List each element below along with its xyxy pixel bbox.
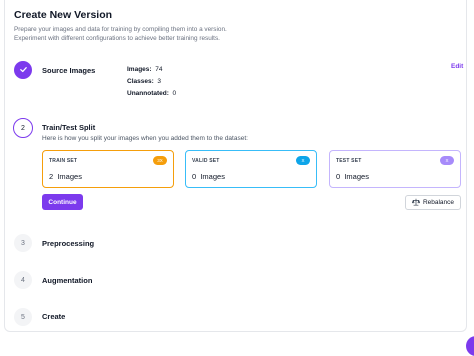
valid-set-count: 0	[192, 172, 197, 181]
continue-button[interactable]: Continue	[42, 194, 83, 210]
help-chat-button[interactable]	[466, 336, 474, 356]
stat-unannotated-label: Unannotated:	[127, 90, 169, 97]
test-set-badge: X	[440, 156, 454, 165]
page-subtitle: Prepare your images and data for trainin…	[14, 25, 314, 43]
train-set-value: 2 Images	[49, 172, 82, 181]
test-set-card: TEST SET X 0 Images	[329, 150, 461, 188]
page-title: Create New Version	[14, 9, 113, 21]
train-set-card: TRAIN SET 3X 2 Images	[42, 150, 174, 188]
valid-set-unit: Images	[200, 172, 225, 181]
train-set-count: 2	[49, 172, 54, 181]
test-set-count: 0	[336, 172, 341, 181]
step-source-check	[14, 61, 32, 79]
stat-images-label: Images:	[127, 66, 152, 73]
step-augmentation-number: 4	[14, 271, 32, 289]
stat-images: Images: 74	[127, 64, 176, 76]
source-stats: Images: 74 Classes: 3 Unannotated: 0	[127, 64, 176, 100]
step-create-number: 5	[14, 308, 32, 326]
stat-classes-value: 3	[157, 78, 161, 85]
step-preprocessing-title[interactable]: Preprocessing	[42, 239, 94, 248]
valid-set-card: VALID SET X 0 Images	[185, 150, 317, 188]
test-set-unit: Images	[344, 172, 369, 181]
test-set-value: 0 Images	[336, 172, 369, 181]
balance-scale-icon	[411, 198, 420, 208]
step-preprocessing-number: 3	[14, 234, 32, 252]
edit-source-link[interactable]: Edit	[451, 63, 463, 70]
check-icon	[19, 65, 28, 76]
train-set-badge: 3X	[153, 156, 167, 165]
stat-classes: Classes: 3	[127, 76, 176, 88]
valid-set-badge: X	[296, 156, 310, 165]
step-create-title[interactable]: Create	[42, 312, 65, 321]
stat-unannotated: Unannotated: 0	[127, 88, 176, 100]
step-augmentation-title[interactable]: Augmentation	[42, 276, 92, 285]
step-split-title: Train/Test Split	[42, 123, 96, 132]
rebalance-button[interactable]: Rebalance	[405, 195, 461, 210]
step-split-number: 2	[13, 118, 33, 138]
stat-images-value: 74	[155, 66, 163, 73]
stat-unannotated-value: 0	[172, 90, 177, 97]
rebalance-label: Rebalance	[422, 199, 455, 206]
valid-set-label: VALID SET	[192, 158, 220, 164]
train-set-label: TRAIN SET	[49, 158, 78, 164]
train-set-unit: Images	[57, 172, 82, 181]
stat-classes-label: Classes:	[127, 78, 154, 85]
subtitle-line-1: Prepare your images and data for trainin…	[14, 26, 227, 33]
valid-set-value: 0 Images	[192, 172, 225, 181]
test-set-label: TEST SET	[336, 158, 362, 164]
subtitle-line-2: Experiment with different configurations…	[14, 35, 220, 42]
step-source-title: Source Images	[42, 66, 96, 75]
split-description: Here is how you split your images when y…	[42, 135, 248, 142]
